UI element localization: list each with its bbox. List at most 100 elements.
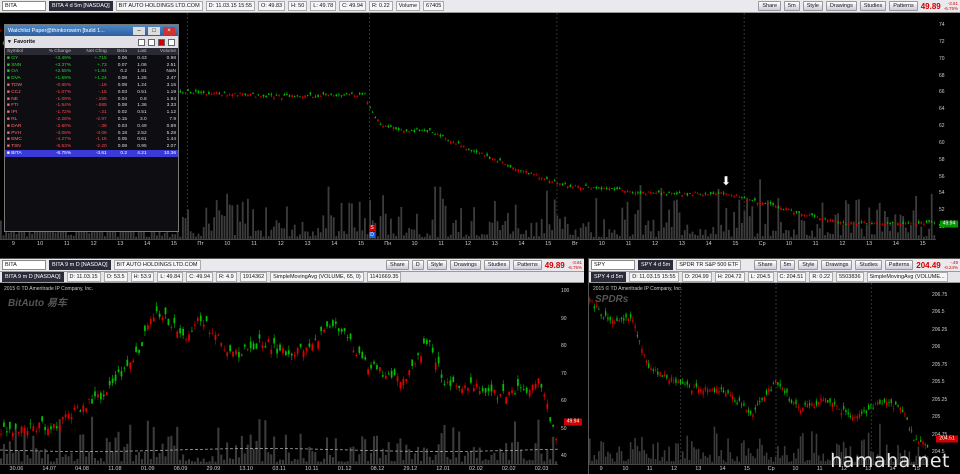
settings-icon[interactable] — [148, 38, 155, 46]
watchlist-row-tsn[interactable]: ■ TSN -5.53% -2.20 0.08 0.95 2.07 — [5, 143, 178, 150]
watchlist-row-ne[interactable]: ■ NE -1.09% -.155 0.04 0.8 1.94 — [5, 96, 178, 103]
watchlist-row-dar[interactable]: ■ DAR -2.60% -.38 0.03 0.49 0.89 — [5, 123, 178, 130]
watchlist-row-oa[interactable]: ■ OA +2.55% +1.84 0.2 1.81 NaN — [5, 69, 178, 76]
volume-bar — [348, 202, 351, 239]
watchlist-cell: -1.72% — [55, 110, 72, 116]
bl-price-chart[interactable] — [0, 283, 558, 464]
candle-body — [822, 399, 824, 402]
maximize-icon[interactable]: □ — [148, 26, 160, 35]
volume-bar — [815, 433, 818, 464]
candle-body — [772, 203, 774, 205]
split-event-icon[interactable]: S — [369, 225, 375, 231]
bl-drawings-button[interactable]: Drawings — [449, 260, 481, 270]
volume-bar — [759, 438, 761, 464]
close-icon[interactable]: × — [163, 26, 175, 35]
watchlist-row-ccj[interactable]: ■ CCJ -1.07% -.15 0.03 0.51 1.19 — [5, 89, 178, 96]
symbol-input[interactable]: BITA — [2, 1, 46, 11]
bl-symbol-input[interactable]: BITA — [2, 260, 46, 270]
dividend-event-icon[interactable]: D — [369, 232, 375, 238]
watchlist-row-emc[interactable]: ■ EMC -4.27% -1.15 0.05 0.61 1.44 — [5, 137, 178, 144]
br-price-chart[interactable] — [589, 283, 929, 464]
watchlist-row-tdw[interactable]: ■ TDW -0.65% -.16 0.08 1.24 3.15 — [5, 82, 178, 89]
candle-body — [460, 145, 462, 148]
watchlist-row-gy[interactable]: ■ GY +3.49% +.715 0.06 0.43 0.98 — [5, 55, 178, 62]
volume-bar — [513, 421, 517, 464]
watchlist-column-header[interactable]: Net Chng — [73, 48, 109, 55]
candle-body — [273, 337, 276, 344]
watchlist-row-bita[interactable]: ■ BITA -6.75% -3.61 0.2 4.21 10.36 — [5, 150, 178, 157]
studies-button[interactable]: Studies — [859, 1, 887, 11]
watchlist-column-header[interactable]: Symbol — [5, 48, 35, 55]
watchlist-row-rl[interactable]: ■ RL -2.28% -2.97 0.15 3.0 7.9 — [5, 116, 178, 123]
candle-body — [873, 223, 876, 225]
candle-body — [537, 378, 540, 384]
watchlist-column-header[interactable]: Volume — [148, 48, 178, 55]
volume-bar — [748, 216, 751, 239]
chevron-down-icon[interactable]: ▾ — [8, 39, 11, 45]
volume-bar — [786, 455, 788, 464]
candle-body — [808, 403, 811, 406]
menu-icon[interactable] — [168, 38, 175, 46]
candle-body — [793, 402, 795, 405]
br-patterns-button[interactable]: Patterns — [884, 260, 914, 270]
br-studies-button[interactable]: Studies — [855, 260, 882, 270]
link-icon[interactable] — [158, 38, 165, 46]
bl-style-button[interactable]: Style — [426, 260, 447, 270]
watchlist-row-pvh[interactable]: ■ PVH -3.06% -3.06 0.18 2.52 5.28 — [5, 130, 178, 137]
patterns-button[interactable]: Patterns — [889, 1, 918, 11]
candle-body — [591, 301, 593, 303]
volume-bar — [35, 448, 38, 464]
bl-period-button[interactable]: D — [411, 260, 424, 270]
volume-bar — [772, 230, 775, 239]
br-drawings-button[interactable]: Drawings — [821, 260, 853, 270]
br-style-button[interactable]: Style — [798, 260, 819, 270]
bl-share-button[interactable]: Share — [386, 260, 409, 270]
watchlist-row-ipi[interactable]: ■ IPI -1.72% -.21 0.02 0.51 1.12 — [5, 109, 178, 116]
watchlist-row-dva[interactable]: ■ DVA +1.59% +1.24 0.08 1.25 2.47 — [5, 75, 178, 82]
candle-body — [863, 221, 865, 223]
watchlist-window[interactable]: Watchlist Paper@thinkorswim [build 1... … — [4, 24, 179, 232]
candle-body — [657, 371, 659, 375]
candle-body — [370, 364, 372, 369]
watchlist-titlebar[interactable]: Watchlist Paper@thinkorswim [build 1... … — [5, 25, 178, 36]
add-icon[interactable] — [138, 38, 145, 46]
minimize-icon[interactable]: – — [133, 26, 145, 35]
br-symbol-input[interactable]: SPY — [591, 260, 635, 270]
company-name: BIT AUTO HOLDINGS LTD.COM — [115, 1, 203, 11]
candle-body — [512, 167, 514, 170]
candle-body — [704, 387, 707, 391]
candle-body — [870, 404, 872, 406]
volume-bar — [416, 213, 418, 239]
br-period-button[interactable]: 5m — [779, 260, 796, 270]
volume-bar — [878, 202, 881, 239]
candle-body — [191, 330, 193, 332]
volume-bar — [566, 223, 569, 239]
volume-bar — [260, 230, 262, 239]
br-share-button[interactable]: Share — [753, 260, 777, 270]
volume-bar — [512, 231, 515, 239]
watchlist-group[interactable]: Favorite — [14, 39, 35, 45]
volume-bar — [390, 218, 392, 239]
candle-body — [842, 221, 845, 223]
bl-patterns-button[interactable]: Patterns — [513, 260, 542, 270]
style-button[interactable]: Style — [802, 1, 823, 11]
watchlist-column-header[interactable]: % Change — [34, 48, 74, 55]
candle-body — [702, 390, 704, 395]
watchlist-row-fti[interactable]: ■ FTI -1.54% -.585 0.08 1.36 3.33 — [5, 103, 178, 110]
candle-body — [141, 342, 143, 347]
candle-body — [855, 223, 858, 226]
share-button[interactable]: Share — [758, 1, 782, 11]
price-tick-label: 66 — [939, 89, 945, 96]
volume-bar — [621, 207, 624, 239]
candle-body — [644, 193, 647, 195]
watchlist-column-header[interactable]: Last — [129, 48, 149, 55]
candle-body — [765, 390, 768, 395]
bl-studies-button[interactable]: Studies — [483, 260, 511, 270]
period-button[interactable]: 5m — [784, 1, 800, 11]
watchlist-group-bar[interactable]: ▾ Favorite — [5, 36, 178, 48]
watchlist-column-header[interactable]: Beta — [108, 48, 130, 55]
watchlist-row-snn[interactable]: ■ SNN +3.37% +.73 0.07 1.06 2.51 — [5, 62, 178, 69]
drawings-button[interactable]: Drawings — [825, 1, 857, 11]
time-tick-label: 10 — [37, 241, 44, 247]
watchlist-cell: -5.53% — [55, 144, 72, 150]
